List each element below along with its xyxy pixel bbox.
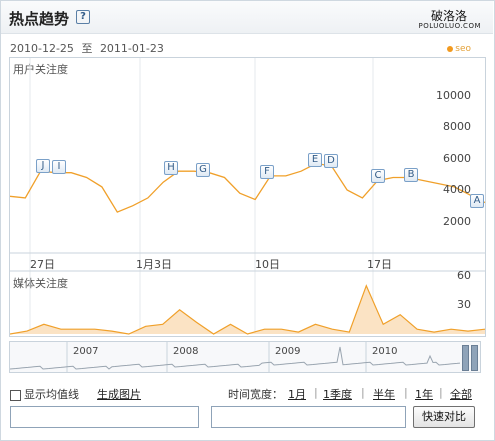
y-tick-label: 8000 (443, 120, 471, 134)
date-range: 2010-12-25 至 2011-01-23 (10, 40, 164, 56)
timeline-navigator[interactable]: 2007 2008 2009 2010 (9, 341, 481, 373)
y-tick-label: 6000 (443, 151, 471, 165)
plot-area: 用户关注度 媒体关注度 2000 4000 6000 8000 10000 30 60 2… (9, 57, 486, 337)
show-avg-checkbox[interactable] (10, 389, 21, 401)
range-divider: | (361, 386, 365, 399)
date-end: 2011-01-23 (99, 42, 164, 55)
event-marker-h[interactable]: H (164, 161, 178, 175)
date-start: 2010-12-25 (10, 42, 74, 55)
help-icon[interactable]: ? (76, 10, 90, 24)
show-avg-label: 显示均值线 (24, 388, 79, 401)
range-1-year[interactable]: 1年 (415, 386, 433, 402)
generate-image-link[interactable]: 生成图片 (97, 386, 141, 402)
timeline-year-2009: 2009 (275, 346, 301, 357)
brand-domain: POLUOLUO.COM (418, 22, 481, 30)
legend-dot-icon (447, 45, 454, 52)
x-tick-label: 10日 (255, 258, 280, 271)
x-tick-label: 27日 (30, 258, 55, 271)
widget-header: 热点趋势 ? 破洛洛 POLUOLUO.COM (1, 1, 493, 34)
timeline-right-handle[interactable] (471, 345, 478, 371)
y-tick-label: 4000 (443, 183, 471, 197)
y-tick-label: 30 (457, 298, 471, 311)
show-avg-control[interactable]: 显示均值线 (10, 386, 79, 402)
y-tick-label: 10000 (436, 88, 471, 102)
time-width-label: 时间宽度： (228, 388, 283, 401)
event-marker-j[interactable]: J (36, 159, 50, 173)
event-marker-d[interactable]: D (324, 154, 338, 168)
quick-compare-button[interactable]: 快速对比 (413, 406, 475, 428)
timeline-year-2007: 2007 (73, 346, 99, 357)
event-marker-f[interactable]: F (260, 165, 274, 179)
timeline-left-handle[interactable] (462, 345, 469, 371)
date-separator: 至 (81, 42, 93, 55)
event-marker-a[interactable]: A (470, 194, 484, 208)
x-tick-label: 1月3日 (136, 258, 172, 271)
timeline-year-2010: 2010 (372, 346, 398, 357)
legend: seo (447, 44, 471, 54)
legend-label: seo (455, 44, 471, 54)
compare-input-1[interactable] (10, 406, 199, 428)
range-divider: | (439, 386, 443, 399)
y-tick-label: 60 (457, 269, 471, 282)
event-marker-c[interactable]: C (371, 169, 385, 183)
timeline-year-2008: 2008 (173, 346, 199, 357)
widget-title: 热点趋势 (9, 10, 70, 28)
compare-input-2[interactable] (211, 406, 406, 428)
range-all[interactable]: 全部 (450, 386, 472, 402)
range-1-quarter[interactable]: 1季度 (323, 386, 352, 402)
y-tick-label: 2000 (443, 214, 471, 228)
event-marker-b[interactable]: B (404, 168, 418, 182)
range-half-year[interactable]: 半年 (373, 386, 395, 402)
event-marker-e[interactable]: E (308, 153, 322, 167)
range-1-month[interactable]: 1月 (288, 386, 306, 402)
event-marker-g[interactable]: G (196, 163, 210, 177)
media-attention-line (10, 284, 485, 335)
x-tick-label: 17日 (367, 258, 392, 271)
trend-chart (10, 58, 485, 335)
range-divider: | (404, 386, 408, 399)
range-divider: | (314, 386, 318, 399)
event-marker-i[interactable]: I (52, 160, 66, 174)
